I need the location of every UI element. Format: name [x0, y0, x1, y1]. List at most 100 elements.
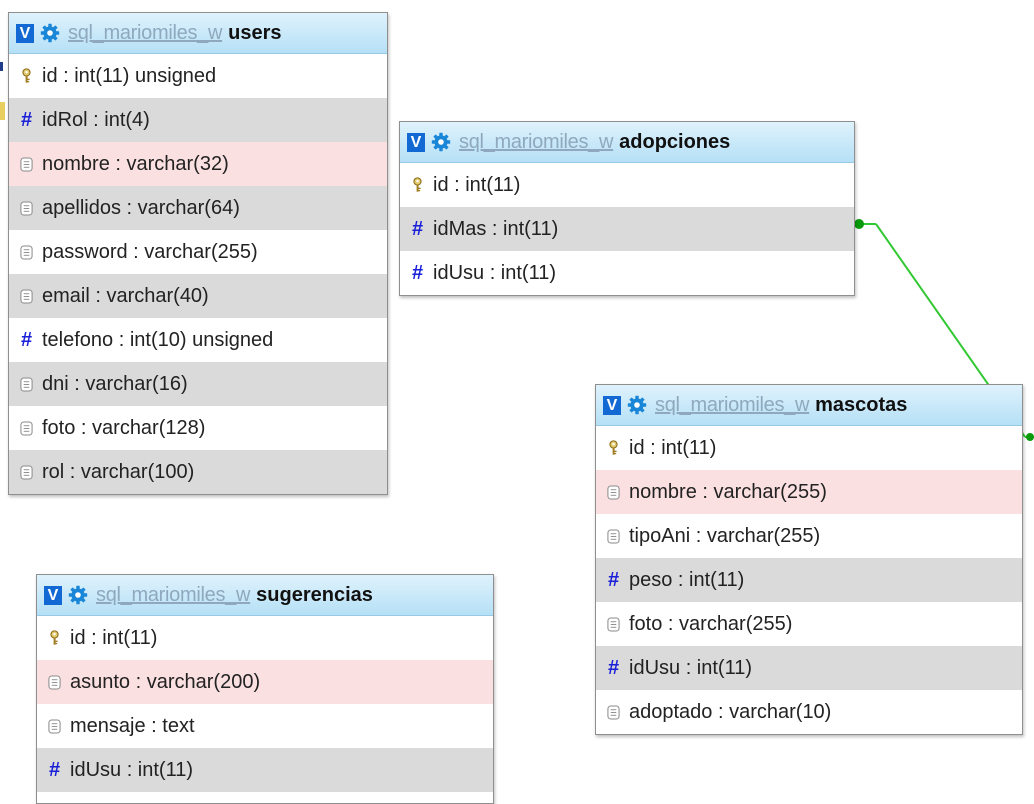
column-label: idUsu : int(11)	[433, 261, 557, 284]
hash-icon: #	[20, 329, 33, 351]
table-header[interactable]: Vsql_mariomiles_w sugerencias	[37, 575, 493, 616]
text-field-icon	[19, 376, 34, 392]
key-icon	[410, 177, 425, 193]
table-name: adopciones	[619, 130, 731, 153]
relation-endpoint-mascotas	[1026, 433, 1034, 441]
hash-icon: #	[48, 759, 61, 781]
column-row[interactable]: id : int(11)	[37, 616, 493, 660]
column-label: foto : varchar(255)	[629, 612, 793, 635]
column-row[interactable]: nombre : varchar(32)	[9, 142, 387, 186]
edge-fragment-left-yellow	[0, 102, 5, 120]
column-label: email : varchar(40)	[42, 284, 209, 307]
text-field-icon	[19, 156, 34, 172]
column-row[interactable]: # telefono : int(10) unsigned	[9, 318, 387, 362]
key-icon	[19, 68, 34, 84]
table-name: users	[228, 21, 282, 44]
gear-icon[interactable]	[431, 132, 451, 152]
column-label: id : int(11)	[629, 436, 717, 459]
column-row[interactable]: nombre : varchar(255)	[596, 470, 1022, 514]
relation-endpoint-adopciones	[854, 219, 864, 229]
column-label: tipoAni : varchar(255)	[629, 524, 821, 547]
column-row[interactable]: foto : varchar(255)	[596, 602, 1022, 646]
text-field-icon	[606, 616, 621, 632]
column-label: idRol : int(4)	[42, 108, 150, 131]
hash-icon: #	[411, 218, 424, 240]
column-label: idMas : int(11)	[433, 217, 559, 240]
database-name-link[interactable]: sql_mariomiles_w	[459, 131, 613, 154]
column-row[interactable]: # idUsu : int(11)	[37, 748, 493, 792]
column-label: apellidos : varchar(64)	[42, 196, 240, 219]
gear-icon[interactable]	[68, 585, 88, 605]
text-field-icon	[47, 674, 62, 690]
column-label: nombre : varchar(255)	[629, 480, 827, 503]
column-label: nombre : varchar(32)	[42, 152, 229, 175]
toggle-table-button[interactable]: V	[44, 585, 62, 605]
text-field-icon	[19, 200, 34, 216]
column-label: peso : int(11)	[629, 568, 745, 591]
text-field-icon	[606, 528, 621, 544]
edge-fragment-left	[0, 62, 3, 71]
column-row[interactable]: tipoAni : varchar(255)	[596, 514, 1022, 558]
text-field-icon	[19, 244, 34, 260]
column-row[interactable]: rol : varchar(100)	[9, 450, 387, 494]
toggle-table-button[interactable]: V	[16, 23, 34, 43]
database-name-link[interactable]: sql_mariomiles_w	[655, 394, 809, 417]
toggle-table-button[interactable]: V	[603, 395, 621, 415]
table-sugerencias[interactable]: Vsql_mariomiles_w sugerencias id : int(11)…	[36, 574, 494, 804]
table-name: sugerencias	[256, 583, 373, 606]
gear-icon[interactable]	[40, 23, 60, 43]
column-label: idUsu : int(11)	[70, 758, 194, 781]
column-row[interactable]: dni : varchar(16)	[9, 362, 387, 406]
column-label: mensaje : text	[70, 714, 195, 737]
table-adopciones[interactable]: Vsql_mariomiles_w adopciones id : int(11) #…	[399, 121, 855, 296]
column-row[interactable]: password : varchar(255)	[9, 230, 387, 274]
column-label: rol : varchar(100)	[42, 460, 195, 483]
column-label: adoptado : varchar(10)	[629, 700, 832, 723]
column-row[interactable]: # idUsu : int(11)	[400, 251, 854, 295]
column-row[interactable]: email : varchar(40)	[9, 274, 387, 318]
text-field-icon	[606, 704, 621, 720]
column-row[interactable]: id : int(11)	[400, 163, 854, 207]
column-row[interactable]: asunto : varchar(200)	[37, 660, 493, 704]
column-row[interactable]: id : int(11) unsigned	[9, 54, 387, 98]
text-field-icon	[47, 718, 62, 734]
text-field-icon	[19, 464, 34, 480]
text-field-icon	[19, 288, 34, 304]
column-row[interactable]: foto : varchar(128)	[9, 406, 387, 450]
column-label: telefono : int(10) unsigned	[42, 328, 274, 351]
key-icon	[47, 630, 62, 646]
column-label: id : int(11)	[433, 173, 521, 196]
table-header[interactable]: Vsql_mariomiles_w mascotas	[596, 385, 1022, 426]
table-mascotas[interactable]: Vsql_mariomiles_w mascotas id : int(11) nom…	[595, 384, 1023, 735]
table-header[interactable]: Vsql_mariomiles_w users	[9, 13, 387, 54]
database-name-link[interactable]: sql_mariomiles_w	[96, 584, 250, 607]
key-icon	[606, 440, 621, 456]
hash-icon: #	[607, 657, 620, 679]
toggle-table-button[interactable]: V	[407, 132, 425, 152]
table-users[interactable]: Vsql_mariomiles_w users id : int(11) unsig…	[8, 12, 388, 495]
column-row[interactable]: # idUsu : int(11)	[596, 646, 1022, 690]
column-label: password : varchar(255)	[42, 240, 258, 263]
gear-icon[interactable]	[627, 395, 647, 415]
column-label: id : int(11)	[70, 626, 158, 649]
column-label: id : int(11) unsigned	[42, 64, 217, 87]
hash-icon: #	[411, 262, 424, 284]
column-row[interactable]: id : int(11)	[596, 426, 1022, 470]
column-label: idUsu : int(11)	[629, 656, 753, 679]
text-field-icon	[19, 420, 34, 436]
column-row[interactable]: apellidos : varchar(64)	[9, 186, 387, 230]
column-label: asunto : varchar(200)	[70, 670, 261, 693]
table-header[interactable]: Vsql_mariomiles_w adopciones	[400, 122, 854, 163]
hash-icon: #	[20, 109, 33, 131]
text-field-icon	[606, 484, 621, 500]
column-row[interactable]: # idMas : int(11)	[400, 207, 854, 251]
column-label: dni : varchar(16)	[42, 372, 188, 395]
database-name-link[interactable]: sql_mariomiles_w	[68, 22, 222, 45]
column-row[interactable]: mensaje : text	[37, 704, 493, 748]
column-label: foto : varchar(128)	[42, 416, 206, 439]
column-row[interactable]: adoptado : varchar(10)	[596, 690, 1022, 734]
column-row[interactable]: # peso : int(11)	[596, 558, 1022, 602]
hash-icon: #	[607, 569, 620, 591]
column-row[interactable]: # idRol : int(4)	[9, 98, 387, 142]
table-name: mascotas	[815, 393, 908, 416]
